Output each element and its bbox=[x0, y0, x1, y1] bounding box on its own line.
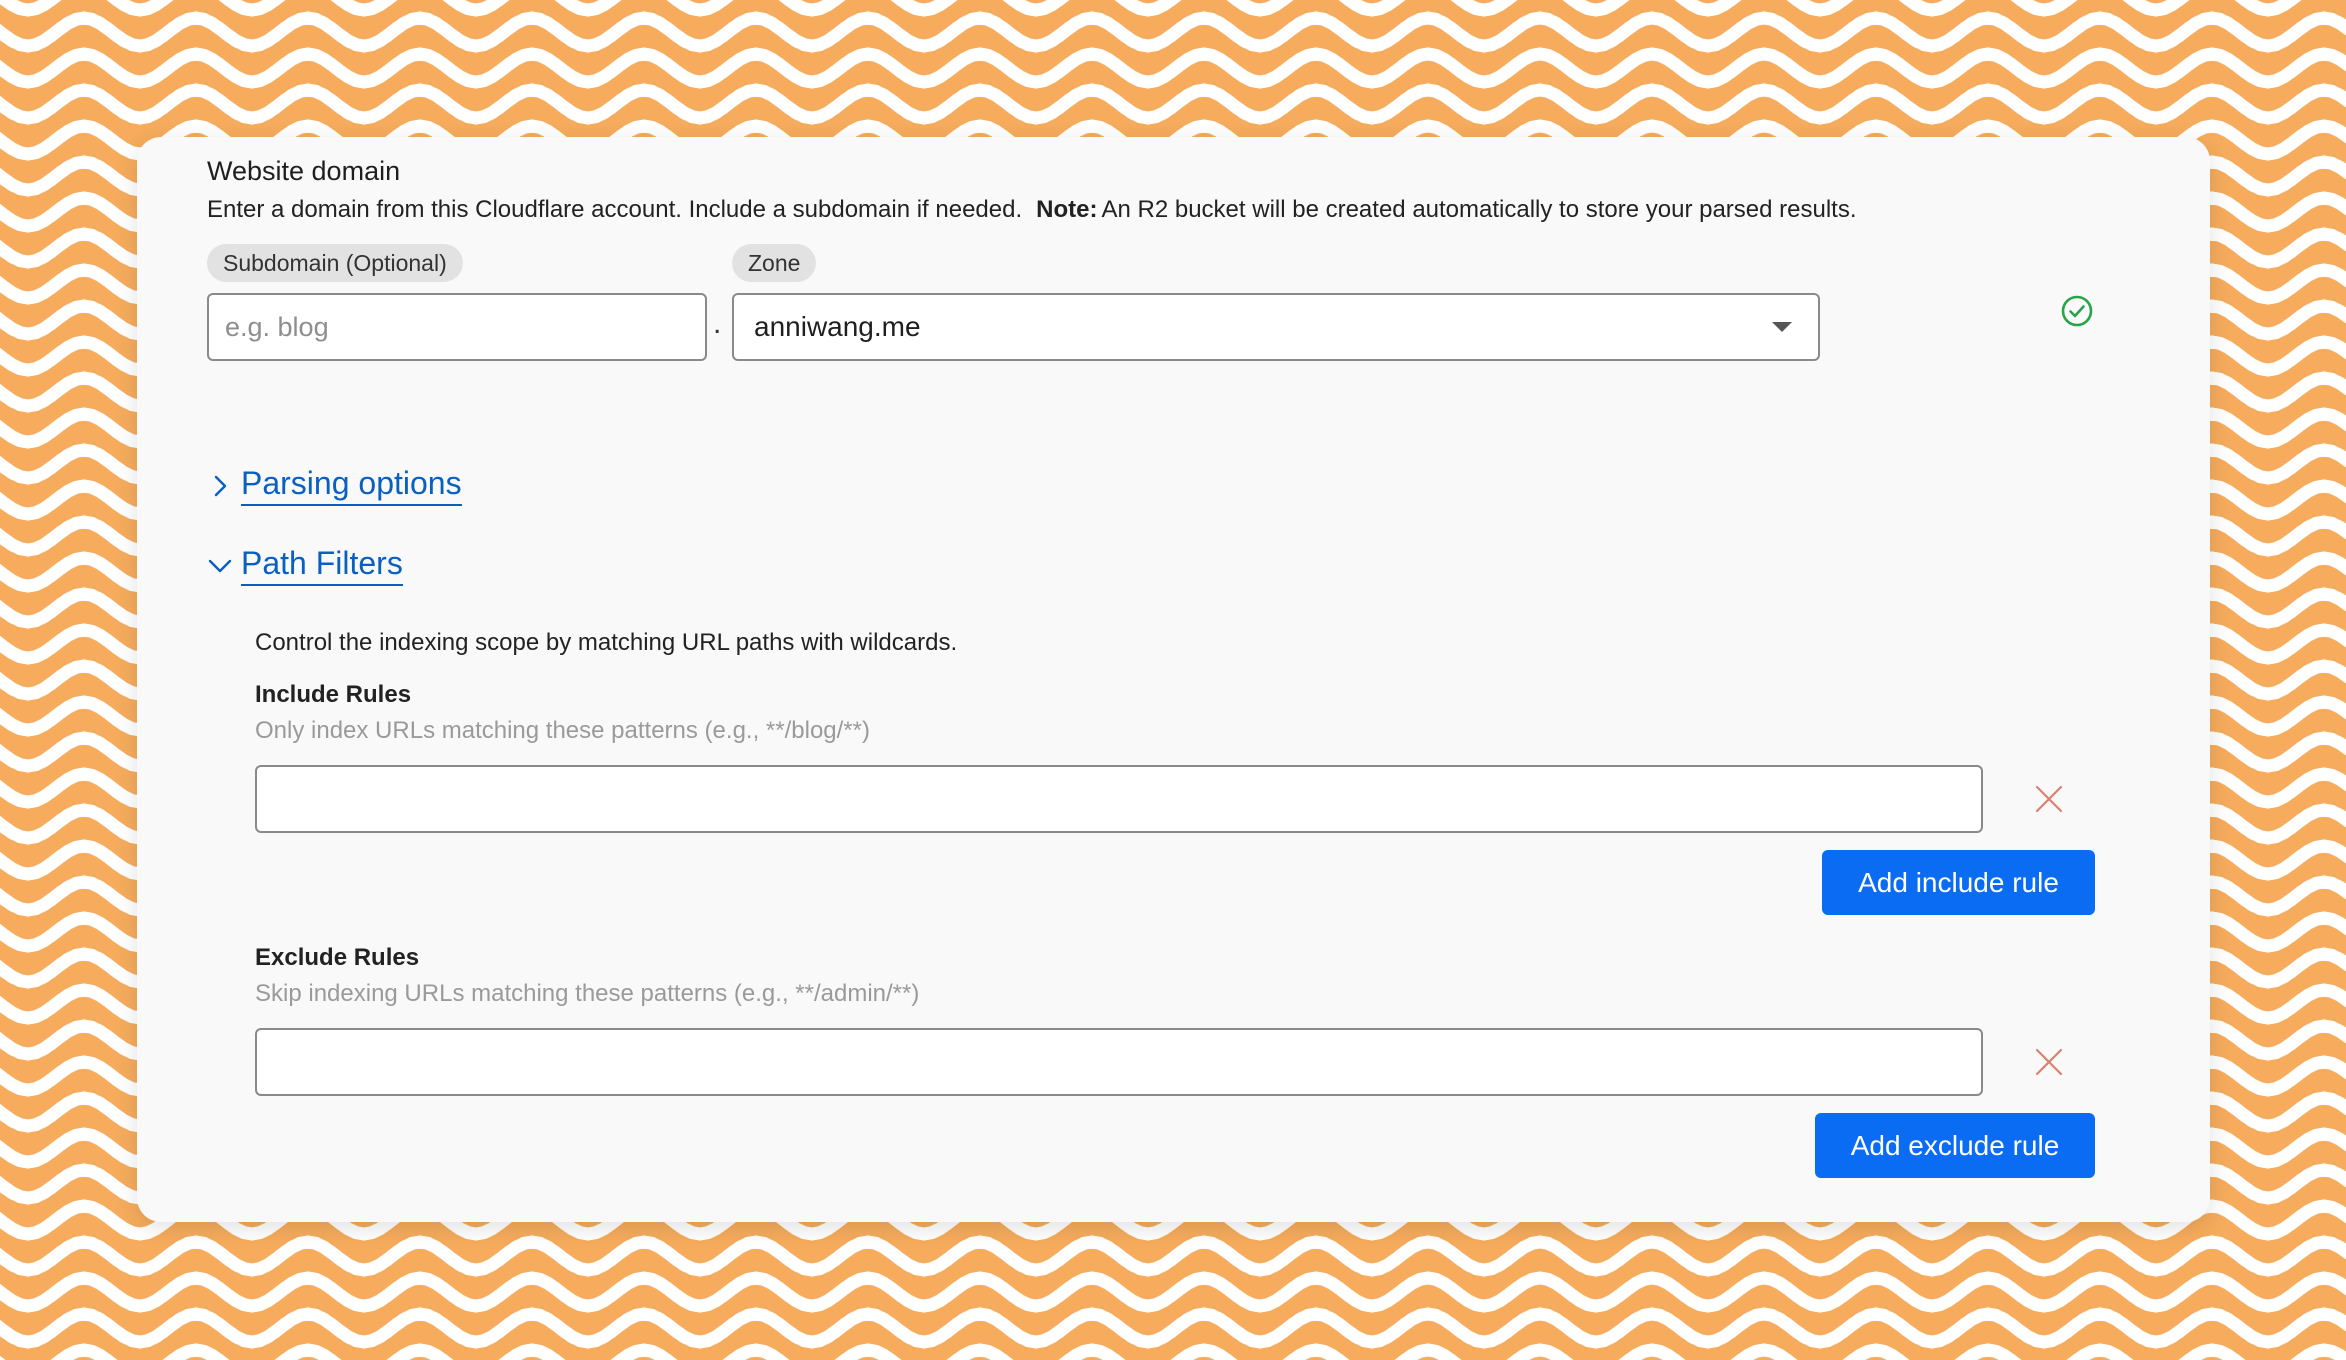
check-circle-icon bbox=[2061, 295, 2093, 327]
include-rules-title: Include Rules bbox=[255, 681, 412, 708]
include-rule-input[interactable] bbox=[255, 765, 1983, 833]
chevron-right-icon bbox=[214, 475, 227, 496]
zone-select[interactable]: anniwang.me bbox=[732, 293, 1820, 361]
website-domain-description: Enter a domain from this Cloudflare acco… bbox=[207, 196, 1857, 224]
domain-separator: . bbox=[713, 307, 722, 340]
exclude-rules-hint: Skip indexing URLs matching these patter… bbox=[255, 980, 920, 1007]
settings-card: Website domain Enter a domain from this … bbox=[137, 137, 2210, 1222]
close-icon[interactable] bbox=[2031, 1044, 2067, 1080]
zone-selected-value: anniwang.me bbox=[754, 311, 921, 342]
parsing-options-link[interactable]: Parsing options bbox=[241, 465, 462, 506]
zone-label: Zone bbox=[732, 244, 817, 282]
caret-down-icon bbox=[1772, 322, 1792, 332]
close-icon[interactable] bbox=[2031, 781, 2067, 817]
add-include-rule-button[interactable]: Add include rule bbox=[1822, 850, 2095, 915]
path-filters-description: Control the indexing scope by matching U… bbox=[255, 629, 958, 656]
path-filters-toggle[interactable]: Path Filters bbox=[205, 545, 403, 586]
path-filters-link[interactable]: Path Filters bbox=[241, 545, 403, 586]
parsing-options-toggle[interactable]: Parsing options bbox=[205, 465, 462, 506]
subdomain-label: Subdomain (Optional) bbox=[207, 244, 463, 282]
exclude-rule-input[interactable] bbox=[255, 1028, 1983, 1096]
include-rules-hint: Only index URLs matching these patterns … bbox=[255, 717, 870, 744]
website-domain-title: Website domain bbox=[207, 156, 401, 186]
chevron-down-icon bbox=[208, 559, 232, 572]
note-label: Note: bbox=[1036, 196, 1098, 223]
domain-help-text: Enter a domain from this Cloudflare acco… bbox=[207, 196, 1023, 223]
note-text: An R2 bucket will be created automatical… bbox=[1101, 196, 1857, 223]
subdomain-input[interactable] bbox=[207, 293, 707, 361]
exclude-rules-title: Exclude Rules bbox=[255, 944, 420, 971]
add-exclude-rule-button[interactable]: Add exclude rule bbox=[1815, 1113, 2095, 1178]
